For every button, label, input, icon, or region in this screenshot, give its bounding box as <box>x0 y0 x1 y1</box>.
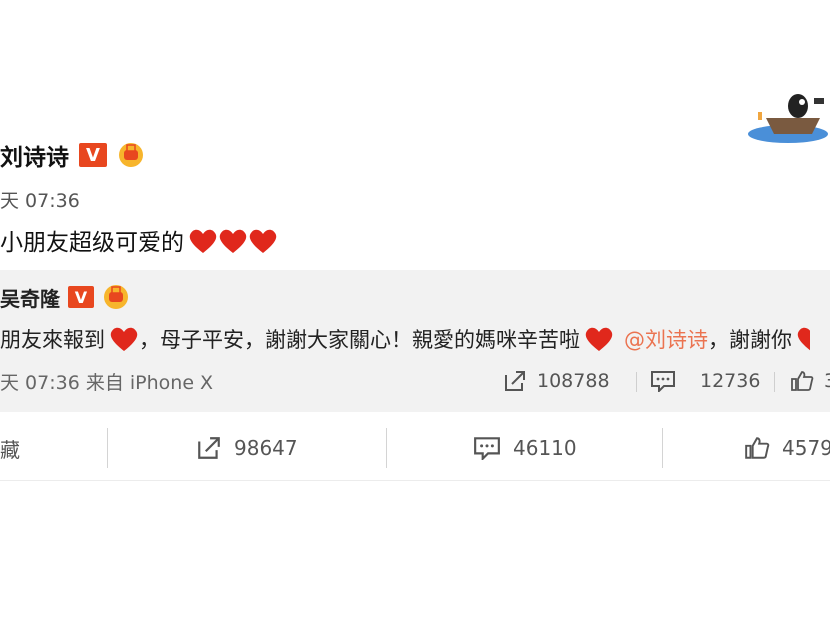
boat-character-decoration <box>748 88 830 148</box>
repost-author-name[interactable]: 吴奇隆 <box>0 283 60 312</box>
verified-v-icon: V <box>79 143 107 167</box>
post-author: 刘诗诗 V <box>0 138 145 172</box>
repost-author: 吴奇隆 V <box>0 282 130 312</box>
favorite-label: 藏 <box>0 437 20 462</box>
author-name[interactable]: 刘诗诗 <box>0 138 69 172</box>
medal-icon <box>117 141 145 169</box>
repost-text-part3: ，謝謝你 <box>708 328 792 352</box>
share-icon <box>503 370 527 392</box>
share-button[interactable]: 98647 <box>196 432 298 464</box>
heart-icon <box>109 326 139 352</box>
repost-meta: 天 07:36 来自 iPhone X <box>0 372 214 394</box>
mention-link[interactable]: @刘诗诗 <box>624 324 708 354</box>
repost-share-button[interactable]: 108788 <box>503 366 610 396</box>
like-icon <box>790 370 814 392</box>
repost-comment-button[interactable]: 12736 <box>650 366 760 396</box>
bottom-divider <box>0 480 830 481</box>
repost-like-count: 3 <box>824 370 830 392</box>
repost-text-part2: ，母子平安，謝謝大家關心！親愛的媽咪辛苦啦 <box>139 328 580 352</box>
post-time[interactable]: 天 07:36 <box>0 186 80 213</box>
like-icon <box>744 436 770 460</box>
share-count: 98647 <box>234 436 298 460</box>
divider <box>636 372 637 392</box>
comment-button[interactable]: 46110 <box>473 432 577 464</box>
heart-icon <box>188 228 217 253</box>
divider <box>662 428 663 468</box>
repost-share-count: 108788 <box>537 370 610 392</box>
heart-icon <box>584 326 614 352</box>
medal-icon <box>102 283 130 311</box>
heart-icon <box>248 228 277 253</box>
post-text: 小朋友超级可爱的 <box>0 223 277 257</box>
like-button[interactable]: 4579 <box>744 432 830 464</box>
divider <box>107 428 108 468</box>
share-icon <box>196 436 222 460</box>
divider <box>386 428 387 468</box>
post-text-content: 小朋友超级可爱的 <box>0 230 184 256</box>
comment-icon <box>650 370 676 392</box>
repost-like-button[interactable]: 3 <box>790 366 830 396</box>
verified-v-icon: V <box>68 286 94 308</box>
repost-comment-count: 12736 <box>700 370 761 392</box>
favorite-button[interactable]: 藏 <box>0 432 20 464</box>
heart-icon <box>796 326 810 352</box>
divider <box>774 372 775 392</box>
repost-text: 朋友來報到 ，母子平安，謝謝大家關心！親愛的媽咪辛苦啦 @刘诗诗 ，謝謝你 <box>0 324 810 354</box>
repost-text-part1: 朋友來報到 <box>0 328 105 352</box>
comment-icon <box>473 436 501 460</box>
like-count: 4579 <box>782 436 830 460</box>
heart-icon <box>218 228 247 253</box>
comment-count: 46110 <box>513 436 577 460</box>
